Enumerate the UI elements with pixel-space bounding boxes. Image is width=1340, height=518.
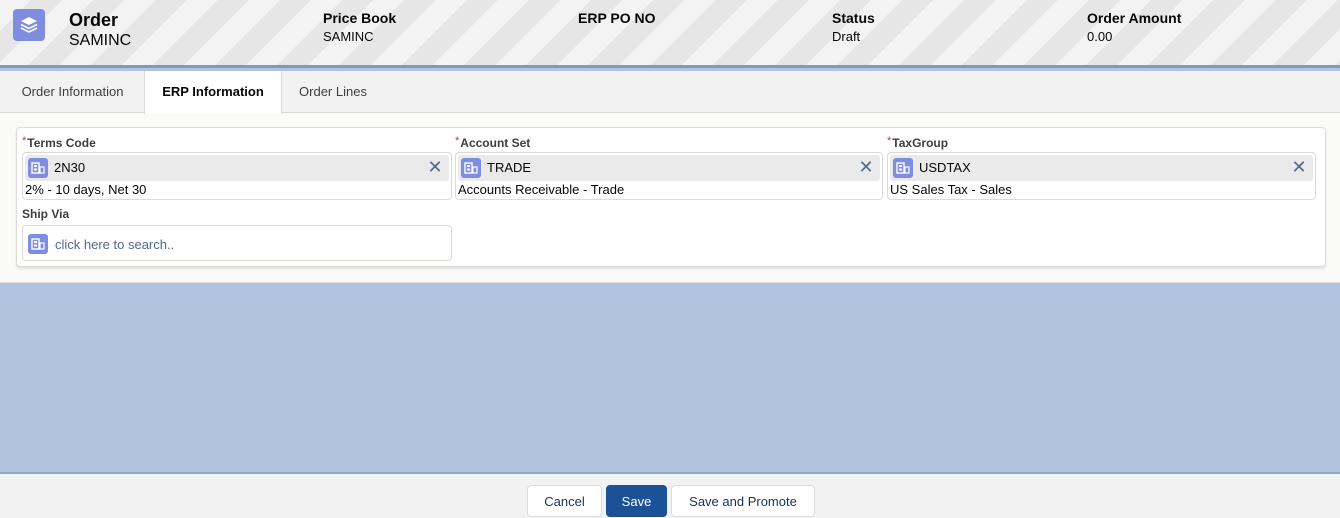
tab-order-information[interactable]: Order Information [0,71,145,113]
erp-information-card: *Terms Code 2N30 ✕ 2% - 10 days, Net 30 … [16,127,1326,267]
header-field-order-amount: Order Amount 0.00 [1087,10,1181,44]
account-set-lookup[interactable]: TRADE ✕ Accounts Receivable - Trade [455,152,883,200]
save-button[interactable]: Save [606,485,667,517]
header-field-label: Price Book [323,10,397,26]
header-field-label: Order Amount [1087,10,1182,26]
ship-via-lookup[interactable] [22,225,452,261]
record-icon [461,158,481,178]
tax-group-field: *TaxGroup USDTAX ✕ US Sales Tax - Sales [887,135,1316,200]
header-field-label: Status [832,10,875,26]
account-set-field: *Account Set TRADE ✕ Accounts Receivable… [455,135,883,200]
tab-order-lines[interactable]: Order Lines [282,71,384,113]
header-field-erp-po-no: ERP PO NO [578,10,656,29]
tab-erp-information[interactable]: ERP Information [144,71,282,114]
terms-code-description: 2% - 10 days, Net 30 [25,182,147,197]
terms-code-field: *Terms Code 2N30 ✕ 2% - 10 days, Net 30 [22,135,452,200]
terms-code-pill[interactable]: 2N30 ✕ [25,155,449,181]
tax-group-description: US Sales Tax - Sales [890,182,1012,197]
terms-code-value: 2N30 [54,160,86,175]
object-label: Order [69,10,119,30]
header-field-status: Status Draft [832,10,875,44]
account-set-value: TRADE [487,160,532,175]
header-field-price-book: Price Book SAMINC [323,10,396,44]
record-icon [28,234,48,254]
ship-via-label: Ship Via [22,207,70,221]
header-field-value: Draft [832,29,861,44]
header-field-value: 0.00 [1087,29,1113,44]
record-icon [28,158,48,178]
tabset-panel: Order Information ERP Information Order … [0,71,1340,283]
terms-code-label: *Terms Code [22,135,96,150]
record-header: Order SAMINC Price Book SAMINC ERP PO NO… [0,0,1340,68]
cancel-button[interactable]: Cancel [527,485,602,517]
save-and-promote-button[interactable]: Save and Promote [671,485,815,517]
tax-group-pill[interactable]: USDTAX ✕ [890,155,1313,181]
account-set-description: Accounts Receivable - Trade [458,182,625,197]
record-name: SAMINC [69,32,132,49]
ship-via-field: Ship Via [22,207,452,261]
tax-group-label: *TaxGroup [887,135,949,150]
footer-actions: Cancel Save Save and Promote [0,472,1340,518]
close-icon[interactable]: ✕ [427,158,443,176]
close-icon[interactable]: ✕ [858,158,874,176]
record-icon [893,158,913,178]
tax-group-lookup[interactable]: USDTAX ✕ US Sales Tax - Sales [887,152,1316,200]
account-set-label: *Account Set [455,135,531,150]
terms-code-lookup[interactable]: 2N30 ✕ 2% - 10 days, Net 30 [22,152,452,200]
close-icon[interactable]: ✕ [1291,158,1307,176]
tab-bar: Order Information ERP Information Order … [0,71,1340,114]
header-field-value: SAMINC [323,29,374,44]
required-marker: * [887,135,892,147]
header-field-label: ERP PO NO [578,10,656,26]
layers-icon [13,9,45,41]
required-marker: * [455,135,460,147]
ship-via-search-input[interactable] [53,232,437,256]
tax-group-value: USDTAX [919,160,971,175]
required-marker: * [22,135,27,147]
account-set-pill[interactable]: TRADE ✕ [458,155,880,181]
